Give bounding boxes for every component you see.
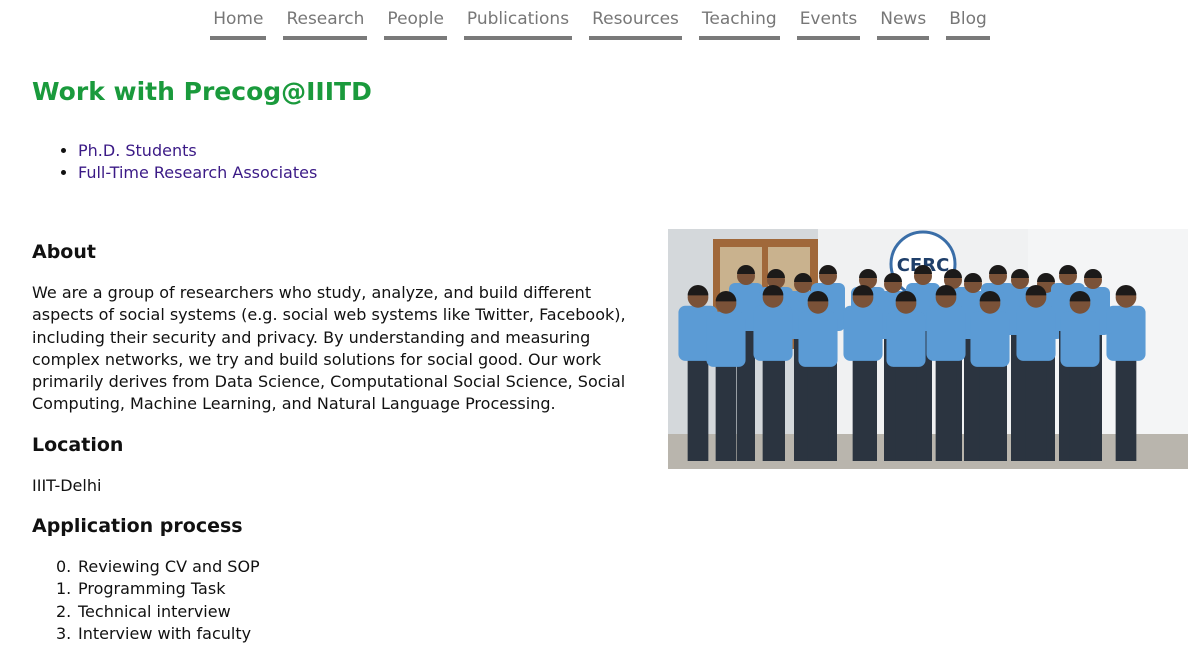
shirt: [886, 311, 926, 367]
legs: [687, 353, 709, 461]
list-item: 3. Interview with faculty: [56, 623, 260, 645]
shirt: [1106, 305, 1146, 361]
step-label: Interview with faculty: [78, 623, 252, 643]
step-number: 1.: [56, 579, 72, 599]
legs: [1115, 353, 1137, 461]
application-steps: 0. Reviewing CV and SOP 1. Programming Tas…: [56, 556, 260, 645]
nav-home[interactable]: Home: [210, 8, 267, 40]
legs: [1025, 353, 1047, 461]
list-item: Full-Time Research Associates: [78, 162, 317, 184]
nav-events[interactable]: Events: [796, 8, 861, 40]
step-label: Programming Task: [78, 579, 226, 599]
phd-students-link[interactable]: Ph.D. Students: [78, 141, 197, 160]
list-item: 1. Programming Task: [56, 578, 260, 600]
legs: [715, 359, 737, 461]
legs: [895, 359, 917, 461]
legs: [762, 353, 784, 461]
legs: [979, 359, 1001, 461]
step-number: 2.: [56, 601, 72, 621]
shirt: [798, 311, 838, 367]
research-associates-link[interactable]: Full-Time Research Associates: [78, 163, 317, 182]
location-heading: Location: [32, 434, 124, 456]
location-text: IIIT-Delhi: [32, 476, 102, 495]
step-number: 0.: [56, 557, 72, 576]
top-nav: Home Research People Publications Resour…: [0, 0, 1200, 40]
step-label: Reviewing CV and SOP: [78, 557, 260, 576]
nav-people[interactable]: People: [384, 8, 447, 40]
nav-research[interactable]: Research: [283, 8, 368, 40]
group-photo-illustration: CERC: [668, 229, 1188, 469]
nav-publications[interactable]: Publications: [463, 8, 573, 40]
step-label: Technical interview: [78, 601, 231, 621]
nav-blog[interactable]: Blog: [946, 8, 990, 40]
list-item: 0. Reviewing CV and SOP: [56, 556, 260, 578]
step-number: 3.: [56, 623, 72, 643]
legs: [935, 353, 957, 461]
legs: [852, 353, 874, 461]
shirt: [1016, 305, 1056, 361]
nav-resources[interactable]: Resources: [589, 8, 682, 40]
group-of-people: [678, 265, 1146, 461]
page-title: Work with Precog@IIITD: [32, 77, 372, 106]
about-text: We are a group of researchers who study,…: [32, 283, 626, 414]
shirt: [1060, 311, 1100, 367]
legs: [1069, 359, 1091, 461]
shirt: [843, 305, 883, 361]
about-heading: About: [32, 241, 96, 263]
shirt: [706, 311, 746, 367]
list-item: 2. Technical interview: [56, 601, 260, 623]
shirt: [970, 311, 1010, 367]
list-item: Ph.D. Students: [78, 140, 317, 162]
nav-teaching[interactable]: Teaching: [698, 8, 780, 40]
application-heading: Application process: [32, 515, 243, 537]
legs: [807, 359, 829, 461]
shirt: [753, 305, 793, 361]
group-photo: CERC: [668, 229, 1188, 469]
shirt: [926, 305, 966, 361]
opportunity-list: Ph.D. Students Full-Time Research Associ…: [56, 140, 317, 184]
nav-news[interactable]: News: [877, 8, 930, 40]
